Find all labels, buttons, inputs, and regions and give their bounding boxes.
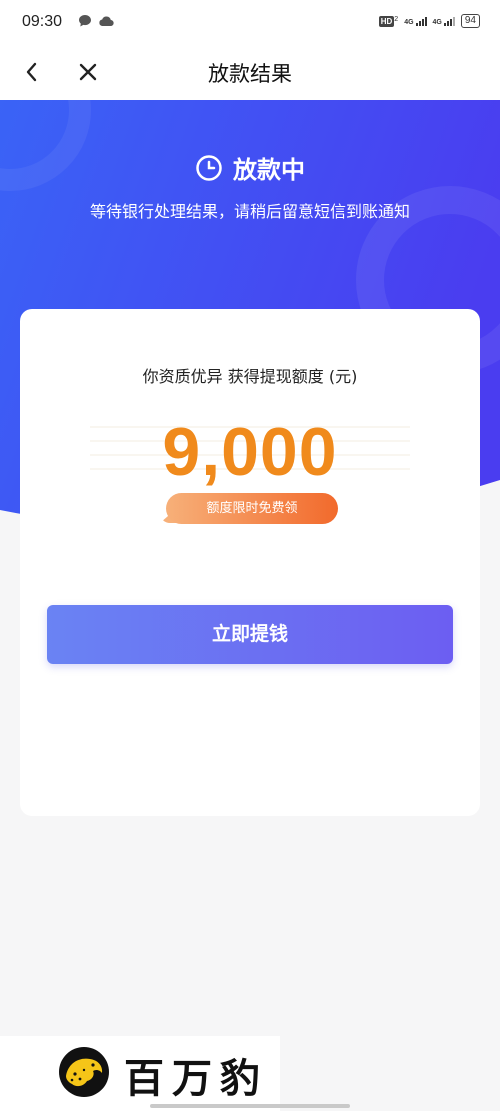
quota-amount: 9,000	[162, 414, 338, 490]
promo-badge: 额度限时免费领	[166, 493, 338, 524]
chat-bubble-icon	[79, 15, 91, 27]
signal-bars-icon	[415, 16, 427, 26]
nav-bar: 放款结果	[0, 44, 500, 100]
quota-card: 你资质优异 获得提现额度 (元) 9,000 额度限时免费领 立即提钱	[20, 309, 480, 816]
brand-name: 百万豹	[124, 1055, 268, 1102]
loan-status: 放款中	[0, 150, 500, 185]
withdraw-button[interactable]: 立即提钱	[47, 605, 453, 664]
battery-icon: 94	[460, 14, 480, 28]
page-title: 放款结果	[208, 62, 292, 86]
hd-badge: HD 2	[378, 15, 399, 27]
signal-bars-icon	[443, 16, 455, 26]
signal-1: 4G	[404, 16, 427, 26]
loan-status-text: 放款中	[233, 156, 305, 184]
notification-icons	[78, 14, 114, 28]
signal-2: 4G	[433, 16, 455, 26]
status-indicators: HD 2 4G 4G 94	[378, 14, 480, 28]
quota-label: 你资质优异 获得提现额度 (元)	[142, 367, 358, 386]
home-indicator[interactable]	[150, 1104, 350, 1108]
status-time: 09:30	[22, 13, 63, 30]
clock-icon	[196, 154, 222, 181]
brand-footer: 百万豹	[0, 1036, 280, 1111]
status-subtitle: 等待银行处理结果，请稍后留意短信到账通知	[89, 202, 410, 221]
amount-area: 9,000	[90, 414, 410, 490]
status-bar: 09:30 HD 2 4G 4G 94	[0, 0, 500, 44]
leopard-logo-icon	[59, 1047, 109, 1097]
cloud-icon	[99, 16, 114, 27]
